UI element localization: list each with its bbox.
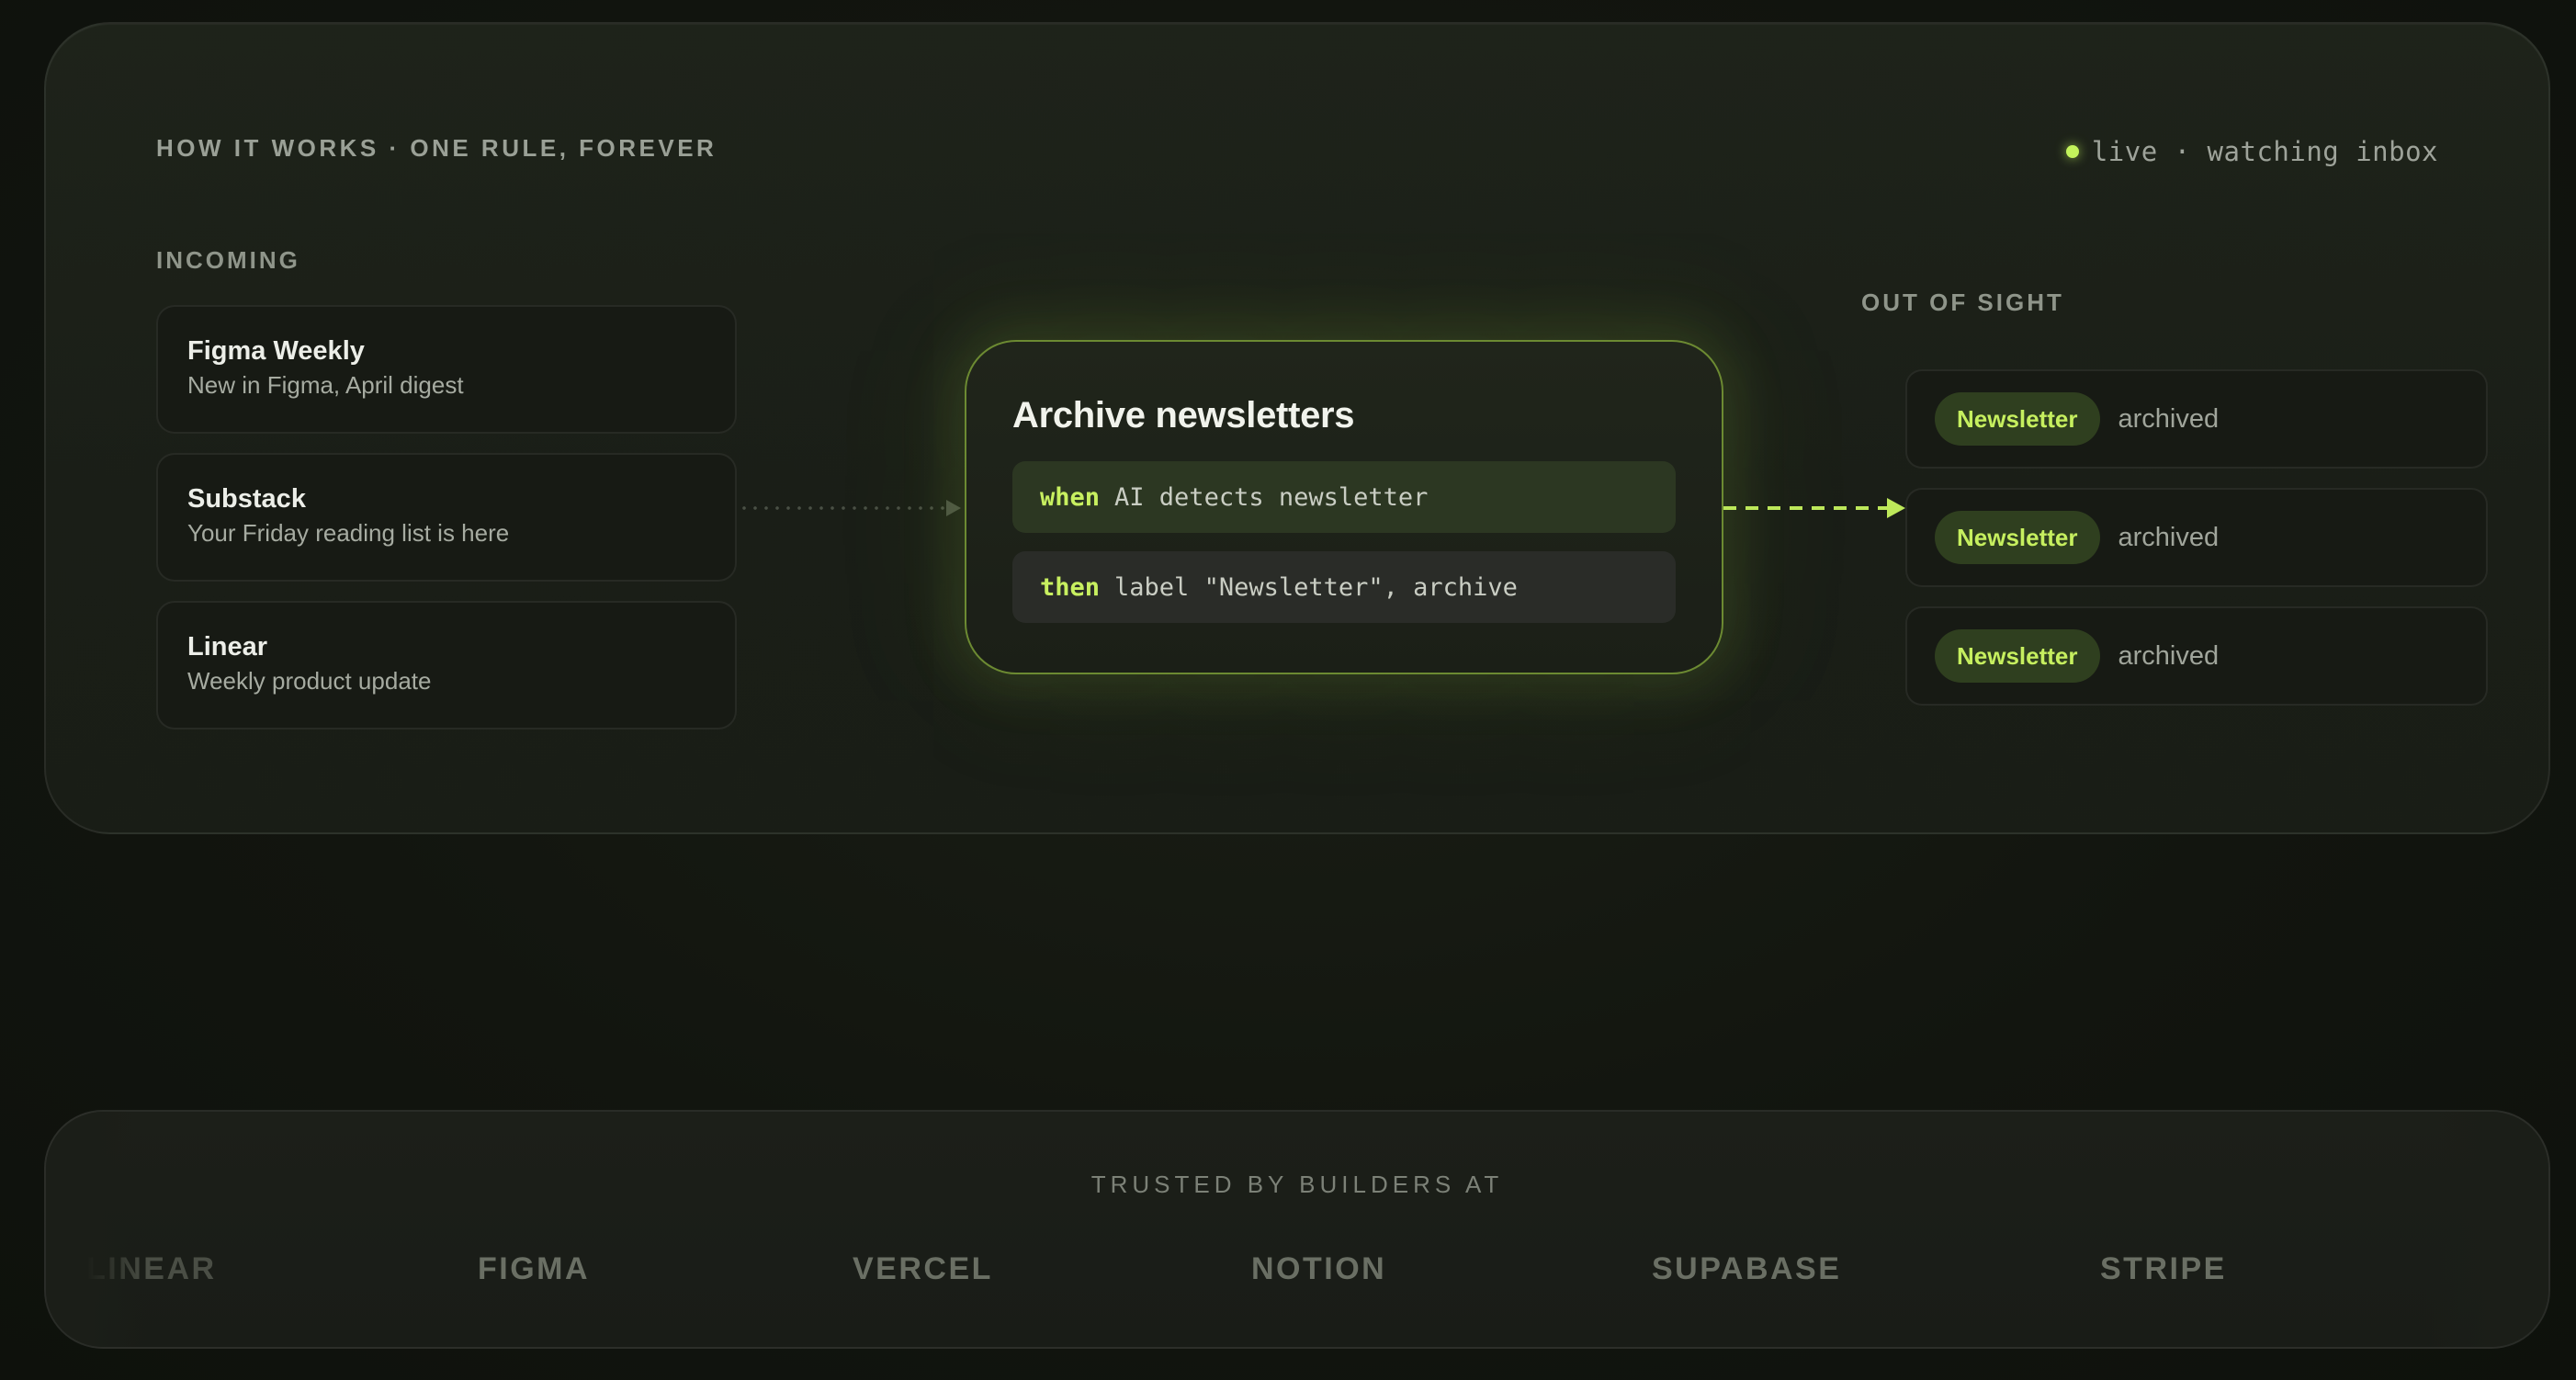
logo-figma: FIGMA [478, 1251, 591, 1286]
newsletter-tag: Newsletter [1935, 392, 2100, 446]
live-indicator-icon [2065, 145, 2079, 158]
trusted-by-panel: TRUSTED BY BUILDERS AT LINEAR FIGMA VERC… [44, 1110, 2550, 1349]
marquee-fade-left [46, 1112, 147, 1347]
live-status-text: live · watching inbox [2091, 136, 2438, 167]
archived-item: Newsletter archived [1905, 606, 2488, 706]
archived-status: archived [2118, 522, 2220, 552]
live-status: live · watching inbox [2065, 136, 2438, 167]
email-sender: Substack [187, 484, 306, 514]
outgoing-arrow-icon [1887, 498, 1905, 518]
panel-title: HOW IT WORKS · ONE RULE, FOREVER [156, 134, 717, 162]
when-keyword: when [1040, 482, 1101, 512]
email-subject: Your Friday reading list is here [187, 519, 510, 547]
archived-status: archived [2118, 403, 2220, 434]
newsletter-tag: Newsletter [1935, 629, 2100, 683]
newsletter-tag: Newsletter [1935, 511, 2100, 564]
rule-card[interactable]: Archive newsletters when AI detects news… [965, 340, 1723, 674]
logo-stripe: STRIPE [2100, 1251, 2227, 1286]
incoming-label: INCOMING [156, 246, 300, 274]
archived-item: Newsletter archived [1905, 369, 2488, 469]
incoming-email[interactable]: Linear Weekly product update [156, 601, 737, 730]
condition-text: AI detects newsletter [1114, 482, 1429, 512]
archived-status: archived [2118, 640, 2220, 671]
incoming-email[interactable]: Substack Your Friday reading list is her… [156, 453, 737, 582]
rule-condition: when AI detects newsletter [1012, 461, 1676, 533]
incoming-arrow-icon [946, 500, 961, 516]
marquee-fade-right [2420, 1112, 2548, 1347]
trusted-by-title: TRUSTED BY BUILDERS AT [1090, 1171, 1504, 1198]
rule-title: Archive newsletters [1012, 395, 1355, 435]
email-sender: Linear [187, 632, 268, 662]
rule-action: then label "Newsletter", archive [1012, 551, 1676, 623]
action-text: label "Newsletter", archive [1114, 572, 1518, 602]
how-it-works-panel: HOW IT WORKS · ONE RULE, FOREVER live · … [44, 22, 2550, 834]
archived-item: Newsletter archived [1905, 488, 2488, 587]
incoming-email[interactable]: Figma Weekly New in Figma, April digest [156, 305, 737, 434]
incoming-connector-line [739, 506, 950, 510]
then-keyword: then [1040, 572, 1101, 602]
email-sender: Figma Weekly [187, 336, 365, 366]
email-subject: Weekly product update [187, 667, 432, 695]
out-of-sight-label: OUT OF SIGHT [1861, 288, 2064, 316]
logo-supabase: SUPABASE [1652, 1251, 1842, 1286]
logo-notion: NOTION [1251, 1251, 1387, 1286]
outgoing-connector-line [1723, 506, 1887, 510]
logo-vercel: VERCEL [853, 1251, 993, 1286]
email-subject: New in Figma, April digest [187, 371, 464, 399]
